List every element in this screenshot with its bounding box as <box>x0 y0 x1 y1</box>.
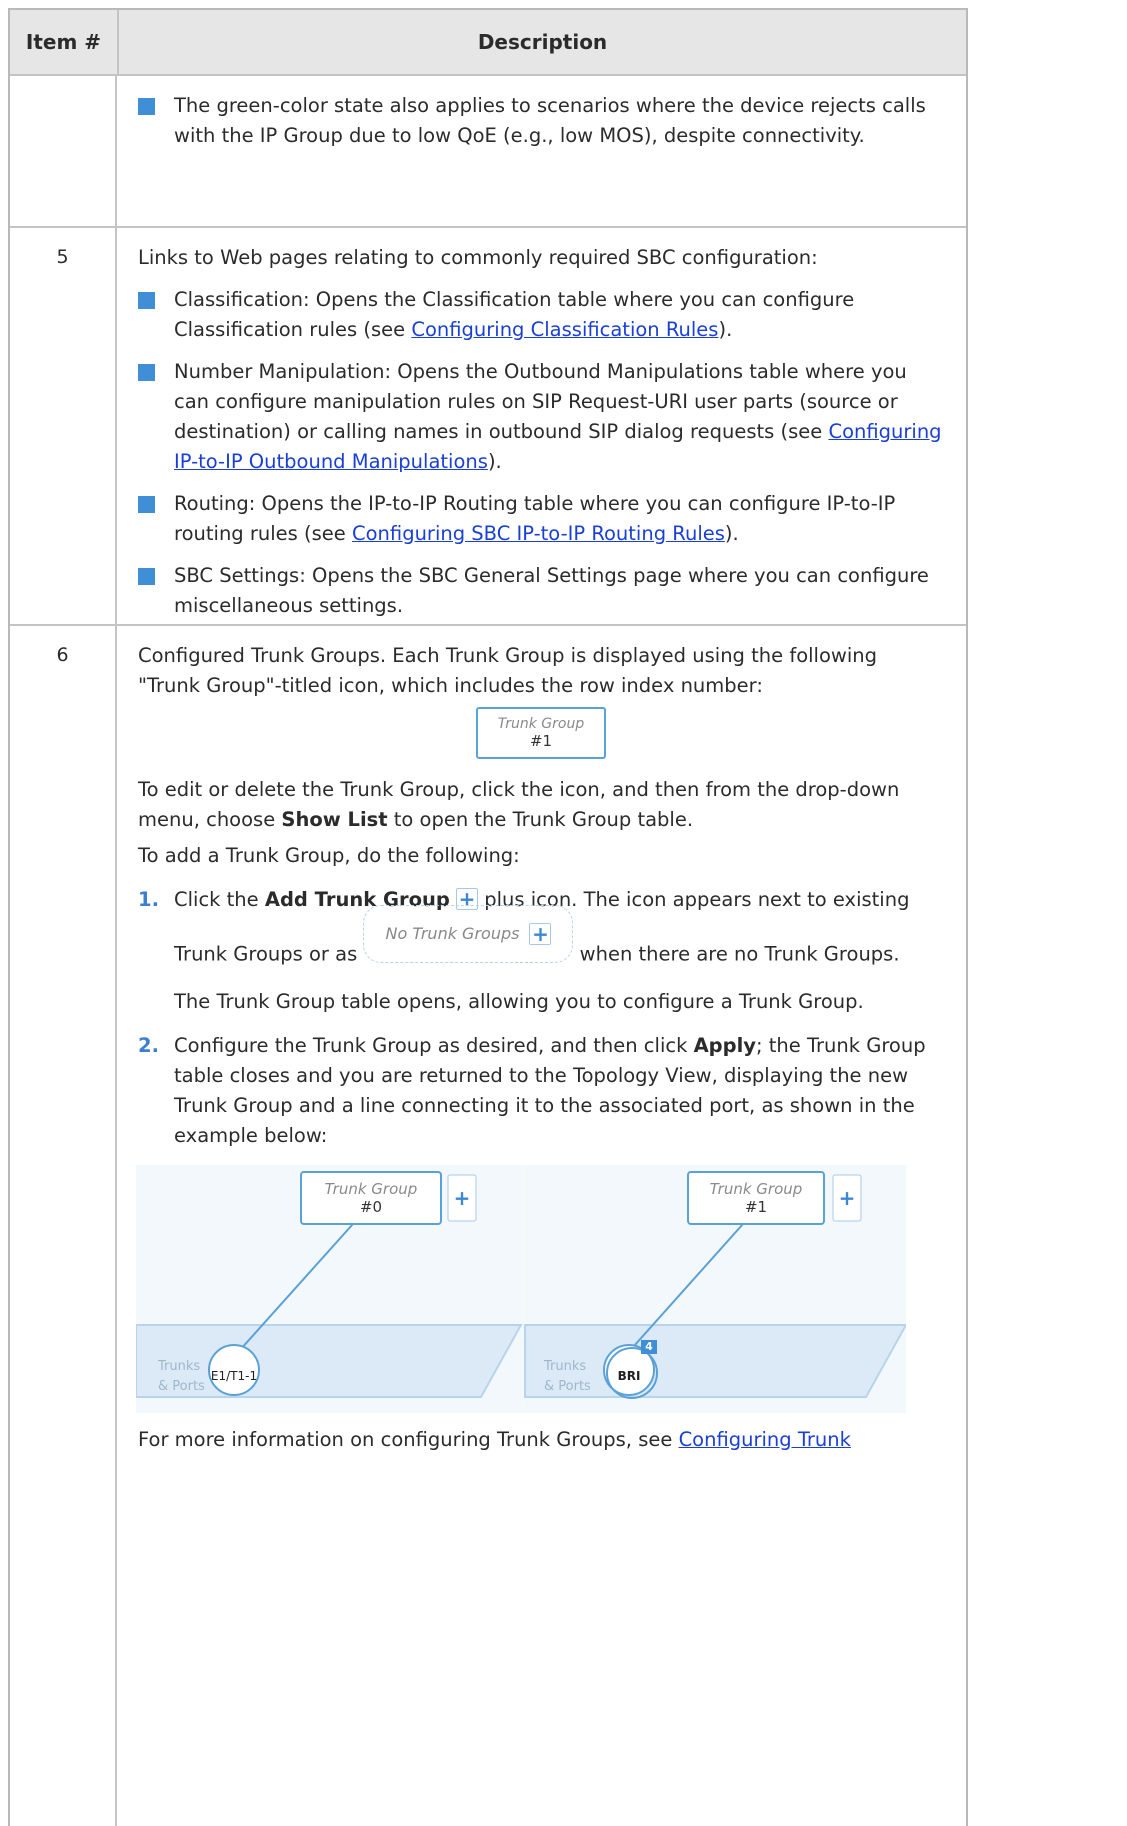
list-item: The green-color state also applies to sc… <box>138 91 944 151</box>
header-item-number: Item # <box>10 10 119 74</box>
list-item: Routing: Opens the IP-to-IP Routing tabl… <box>138 489 944 549</box>
step-1: 1. Click the Add Trunk Group + plus icon… <box>138 885 944 1017</box>
bullet-square-icon <box>138 98 155 115</box>
bullet-text: Number Manipulation: Opens the Outbound … <box>174 360 907 443</box>
item-cell <box>10 76 117 226</box>
item-cell: 6 <box>10 626 117 1826</box>
header-description: Description <box>477 30 608 54</box>
bullet-text: The green-color state also applies to sc… <box>174 94 926 147</box>
row5-intro: Links to Web pages relating to commonly … <box>138 246 818 269</box>
description-table: Item # Description The green-color state… <box>8 8 968 1826</box>
link-configuring-sbc-routing-rules[interactable]: Configuring SBC IP-to-IP Routing Rules <box>352 522 725 545</box>
step-1-line-2: Trunk Groups or as No Trunk Groups + whe… <box>174 905 944 971</box>
more-info-text: For more information on configuring Trun… <box>138 1428 679 1451</box>
no-trunk-groups-placeholder: No Trunk Groups + <box>363 905 574 963</box>
bullet-text-end: ). <box>487 450 502 473</box>
description-cell: Links to Web pages relating to commonly … <box>117 228 966 624</box>
step-text: Trunk Groups or as <box>174 942 358 966</box>
step-1-note: The Trunk Group table opens, allowing yo… <box>174 990 864 1013</box>
step-text-end: when there are no Trunk Groups. <box>579 942 900 966</box>
left-add-plus-icon: + <box>453 1186 471 1210</box>
edit-text-end: to open the Trunk Group table. <box>387 808 694 831</box>
right-trunk-group-title: Trunk Group <box>709 1180 803 1198</box>
bullet-text-end: ). <box>724 522 739 545</box>
link-configuring-classification-rules[interactable]: Configuring Classification Rules <box>411 318 718 341</box>
bullet-square-icon <box>138 364 155 381</box>
trunk-group-icon: Trunk Group #1 <box>476 707 606 759</box>
trunk-group-icon-title: Trunk Group <box>497 716 585 732</box>
bullet-text-end: ). <box>718 318 733 341</box>
trunk-group-icon-number: #1 <box>529 732 553 750</box>
item-cell: 5 <box>10 228 117 624</box>
bullet-square-icon <box>138 496 155 513</box>
list-item: SBC Settings: Opens the SBC General Sett… <box>138 561 944 621</box>
link-configuring-trunk-groups[interactable]: Configuring Trunk <box>679 1428 851 1451</box>
show-list-label: Show List <box>281 808 388 831</box>
description-cell: Configured Trunk Groups. Each Trunk Grou… <box>117 626 966 1826</box>
left-trunk-group-label: Trunk Group #0 <box>301 1172 441 1224</box>
left-port-label: E1/T1-1 <box>210 1369 258 1383</box>
left-area-label-line2: & Ports <box>158 1379 205 1394</box>
left-area-label: Trunks & Ports <box>158 1357 205 1397</box>
step-2: 2. Configure the Trunk Group as desired,… <box>138 1031 944 1151</box>
left-trunk-group-title: Trunk Group <box>324 1180 418 1198</box>
topology-diagram: Trunk Group #0 + Trunks & Ports E1/T1-1 … <box>136 1165 906 1413</box>
list-item: Classification: Opens the Classification… <box>138 285 944 345</box>
bullet-square-icon <box>138 292 155 309</box>
edit-instructions: To edit or delete the Trunk Group, click… <box>138 775 944 835</box>
step-number: 1. <box>138 888 159 911</box>
table-row: The green-color state also applies to sc… <box>10 76 966 228</box>
no-trunk-groups-label: No Trunk Groups <box>385 924 520 943</box>
right-port-badge-count: 4 <box>645 1340 653 1353</box>
right-trunk-group-label: Trunk Group #1 <box>688 1172 824 1224</box>
right-port-label: BRI <box>617 1369 641 1383</box>
right-area-label: Trunks & Ports <box>544 1357 591 1397</box>
right-trunk-group-number: #1 <box>744 1198 768 1216</box>
apply-label: Apply <box>693 1034 756 1057</box>
row6-intro: Configured Trunk Groups. Each Trunk Grou… <box>138 644 877 697</box>
right-area-label-line2: & Ports <box>544 1379 591 1394</box>
left-area-label-line1: Trunks <box>158 1359 201 1374</box>
bullet-square-icon <box>138 568 155 585</box>
right-add-plus-icon: + <box>838 1186 856 1210</box>
add-intro: To add a Trunk Group, do the following: <box>138 844 520 867</box>
table-row: 5 Links to Web pages relating to commonl… <box>10 228 966 626</box>
step-number: 2. <box>138 1034 159 1057</box>
description-cell: The green-color state also applies to sc… <box>117 76 966 226</box>
list-item: Number Manipulation: Opens the Outbound … <box>138 357 944 477</box>
table-row: 6 Configured Trunk Groups. Each Trunk Gr… <box>10 626 966 1826</box>
plus-icon: + <box>529 923 552 945</box>
table-header: Item # Description <box>10 10 966 76</box>
right-area-label-line1: Trunks <box>544 1359 587 1374</box>
step-text: Click the <box>174 888 265 911</box>
more-info: For more information on configuring Trun… <box>138 1425 944 1455</box>
left-trunk-group-number: #0 <box>359 1198 383 1216</box>
step-text: Configure the Trunk Group as desired, an… <box>174 1034 694 1057</box>
trunk-group-icon-example-wrap: Trunk Group #1 <box>138 707 944 765</box>
bullet-text: SBC Settings: Opens the SBC General Sett… <box>174 564 929 617</box>
